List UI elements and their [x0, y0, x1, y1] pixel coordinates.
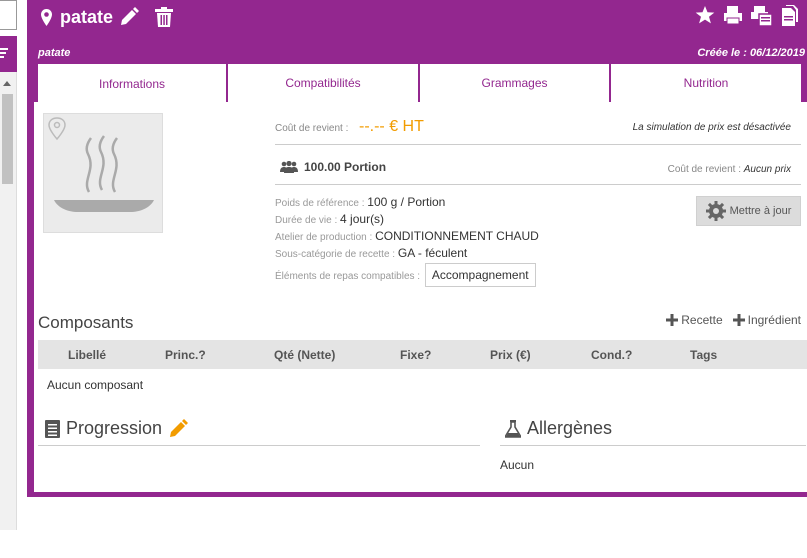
tab-informations[interactable]: Informations — [38, 64, 228, 104]
divider — [500, 445, 806, 446]
star-icon[interactable] — [695, 5, 715, 25]
trash-icon[interactable] — [155, 7, 174, 27]
scrollbar-thumb[interactable] — [2, 94, 13, 184]
add-links: Recette Ingrédient — [666, 313, 801, 327]
print-icon[interactable] — [723, 5, 743, 25]
allergenes-header: Allergènes — [505, 418, 618, 439]
column-header-fixed[interactable]: Fixe? — [400, 348, 431, 362]
cost-per-portion: Coût de revient : Aucun prix — [668, 164, 791, 175]
recipe-title: patate — [60, 6, 114, 27]
divider — [275, 184, 801, 185]
divider — [275, 144, 801, 145]
add-ingredient-label: Ingrédient — [747, 313, 801, 327]
add-ingredient-link[interactable]: Ingrédient — [732, 313, 801, 327]
gear-icon — [705, 201, 726, 221]
info-subcategory: Sous-catégorie de recette : GA - féculen… — [275, 246, 467, 260]
edit-pencil-icon[interactable] — [168, 418, 189, 439]
tab-bar: Informations Compatibilités Grammages Nu… — [38, 64, 803, 104]
info-workshop: Atelier de production : CONDITIONNEMENT … — [275, 229, 539, 243]
sidebar-input[interactable] — [0, 0, 17, 30]
divider — [38, 445, 480, 446]
map-marker-icon — [41, 8, 52, 26]
edit-pencil-icon[interactable] — [119, 7, 140, 27]
compat-label: Éléments de repas compatibles : — [275, 271, 421, 282]
composants-table-header: Libellé Princ.? Qté (Nette) Fixe? Prix (… — [38, 340, 807, 369]
column-header-tags[interactable]: Tags — [690, 348, 717, 362]
recipe-title-row: patate — [41, 4, 174, 30]
recipe-photo-placeholder[interactable] — [43, 113, 163, 233]
update-button-label: Mettre à jour — [729, 205, 792, 217]
life-value: 4 jour(s) — [340, 212, 385, 226]
info-shelf-life: Durée de vie : 4 jour(s) — [275, 212, 384, 226]
add-recipe-label: Recette — [681, 313, 723, 327]
portion-info: 100.00 Portion — [280, 160, 386, 174]
progression-header: Progression — [45, 418, 189, 439]
weight-label: Poids de référence : — [275, 198, 365, 209]
users-icon — [280, 161, 298, 173]
plus-icon — [666, 314, 679, 326]
plus-icon — [732, 314, 745, 326]
flask-icon — [505, 419, 521, 438]
workshop-label: Atelier de production : — [275, 232, 373, 243]
life-label: Durée de vie : — [275, 215, 338, 226]
allergenes-value: Aucun — [500, 458, 535, 472]
header-actions — [695, 5, 799, 27]
compat-tag: Accompagnement — [424, 263, 536, 287]
cost-value: --.-- € HT — [359, 118, 424, 135]
document-copy-icon[interactable] — [781, 5, 799, 27]
progression-title: Progression — [66, 418, 163, 438]
tab-grammages[interactable]: Grammages — [420, 64, 611, 102]
tab-compatibilites[interactable]: Compatibilités — [228, 64, 420, 102]
simulation-note: La simulation de prix est désactivée — [632, 122, 791, 133]
subcat-label: Sous-catégorie de recette : — [275, 249, 396, 260]
tab-nutrition[interactable]: Nutrition — [611, 64, 803, 102]
composants-title: Composants — [38, 313, 134, 332]
add-recipe-link[interactable]: Recette — [666, 313, 723, 327]
column-header-conditioning[interactable]: Cond.? — [591, 348, 632, 362]
info-weight: Poids de référence : 100 g / Portion — [275, 195, 445, 209]
update-button[interactable]: Mettre à jour — [696, 196, 801, 226]
composants-empty: Aucun composant — [47, 378, 144, 392]
column-header-libelle[interactable]: Libellé — [68, 348, 106, 362]
subcat-value: GA - féculent — [397, 246, 468, 260]
print-multiple-icon[interactable] — [751, 5, 773, 27]
filter-icon — [0, 48, 8, 58]
sidebar-list — [0, 36, 17, 530]
portion-value: 100.00 Portion — [304, 160, 387, 174]
cost2-value: Aucun prix — [743, 164, 791, 175]
scroll-up-arrow-icon[interactable] — [3, 81, 11, 86]
hot-dish-icon — [48, 117, 154, 212]
workshop-value: CONDITIONNEMENT CHAUD — [375, 229, 539, 243]
column-header-quantity[interactable]: Qté (Nette) — [274, 348, 335, 362]
column-header-price[interactable]: Prix (€) — [490, 348, 531, 362]
info-compatible-elements: Éléments de repas compatibles : Accompag… — [275, 263, 536, 287]
app-root: patate patate Créée le: 06/12/2019 Info… — [0, 0, 807, 558]
list-document-icon — [45, 419, 60, 438]
filter-button[interactable] — [0, 36, 17, 72]
column-header-principal[interactable]: Princ.? — [165, 348, 206, 362]
weight-value: 100 g / Portion — [367, 195, 446, 209]
cost-label: Coût de revient : — [275, 123, 349, 134]
allergenes-title: Allergènes — [527, 418, 613, 438]
recipe-subtitle: patate — [38, 47, 71, 59]
cost2-label: Coût de revient : — [667, 164, 741, 175]
creation-date: Créée le : 06/12/2019 — [697, 47, 805, 59]
